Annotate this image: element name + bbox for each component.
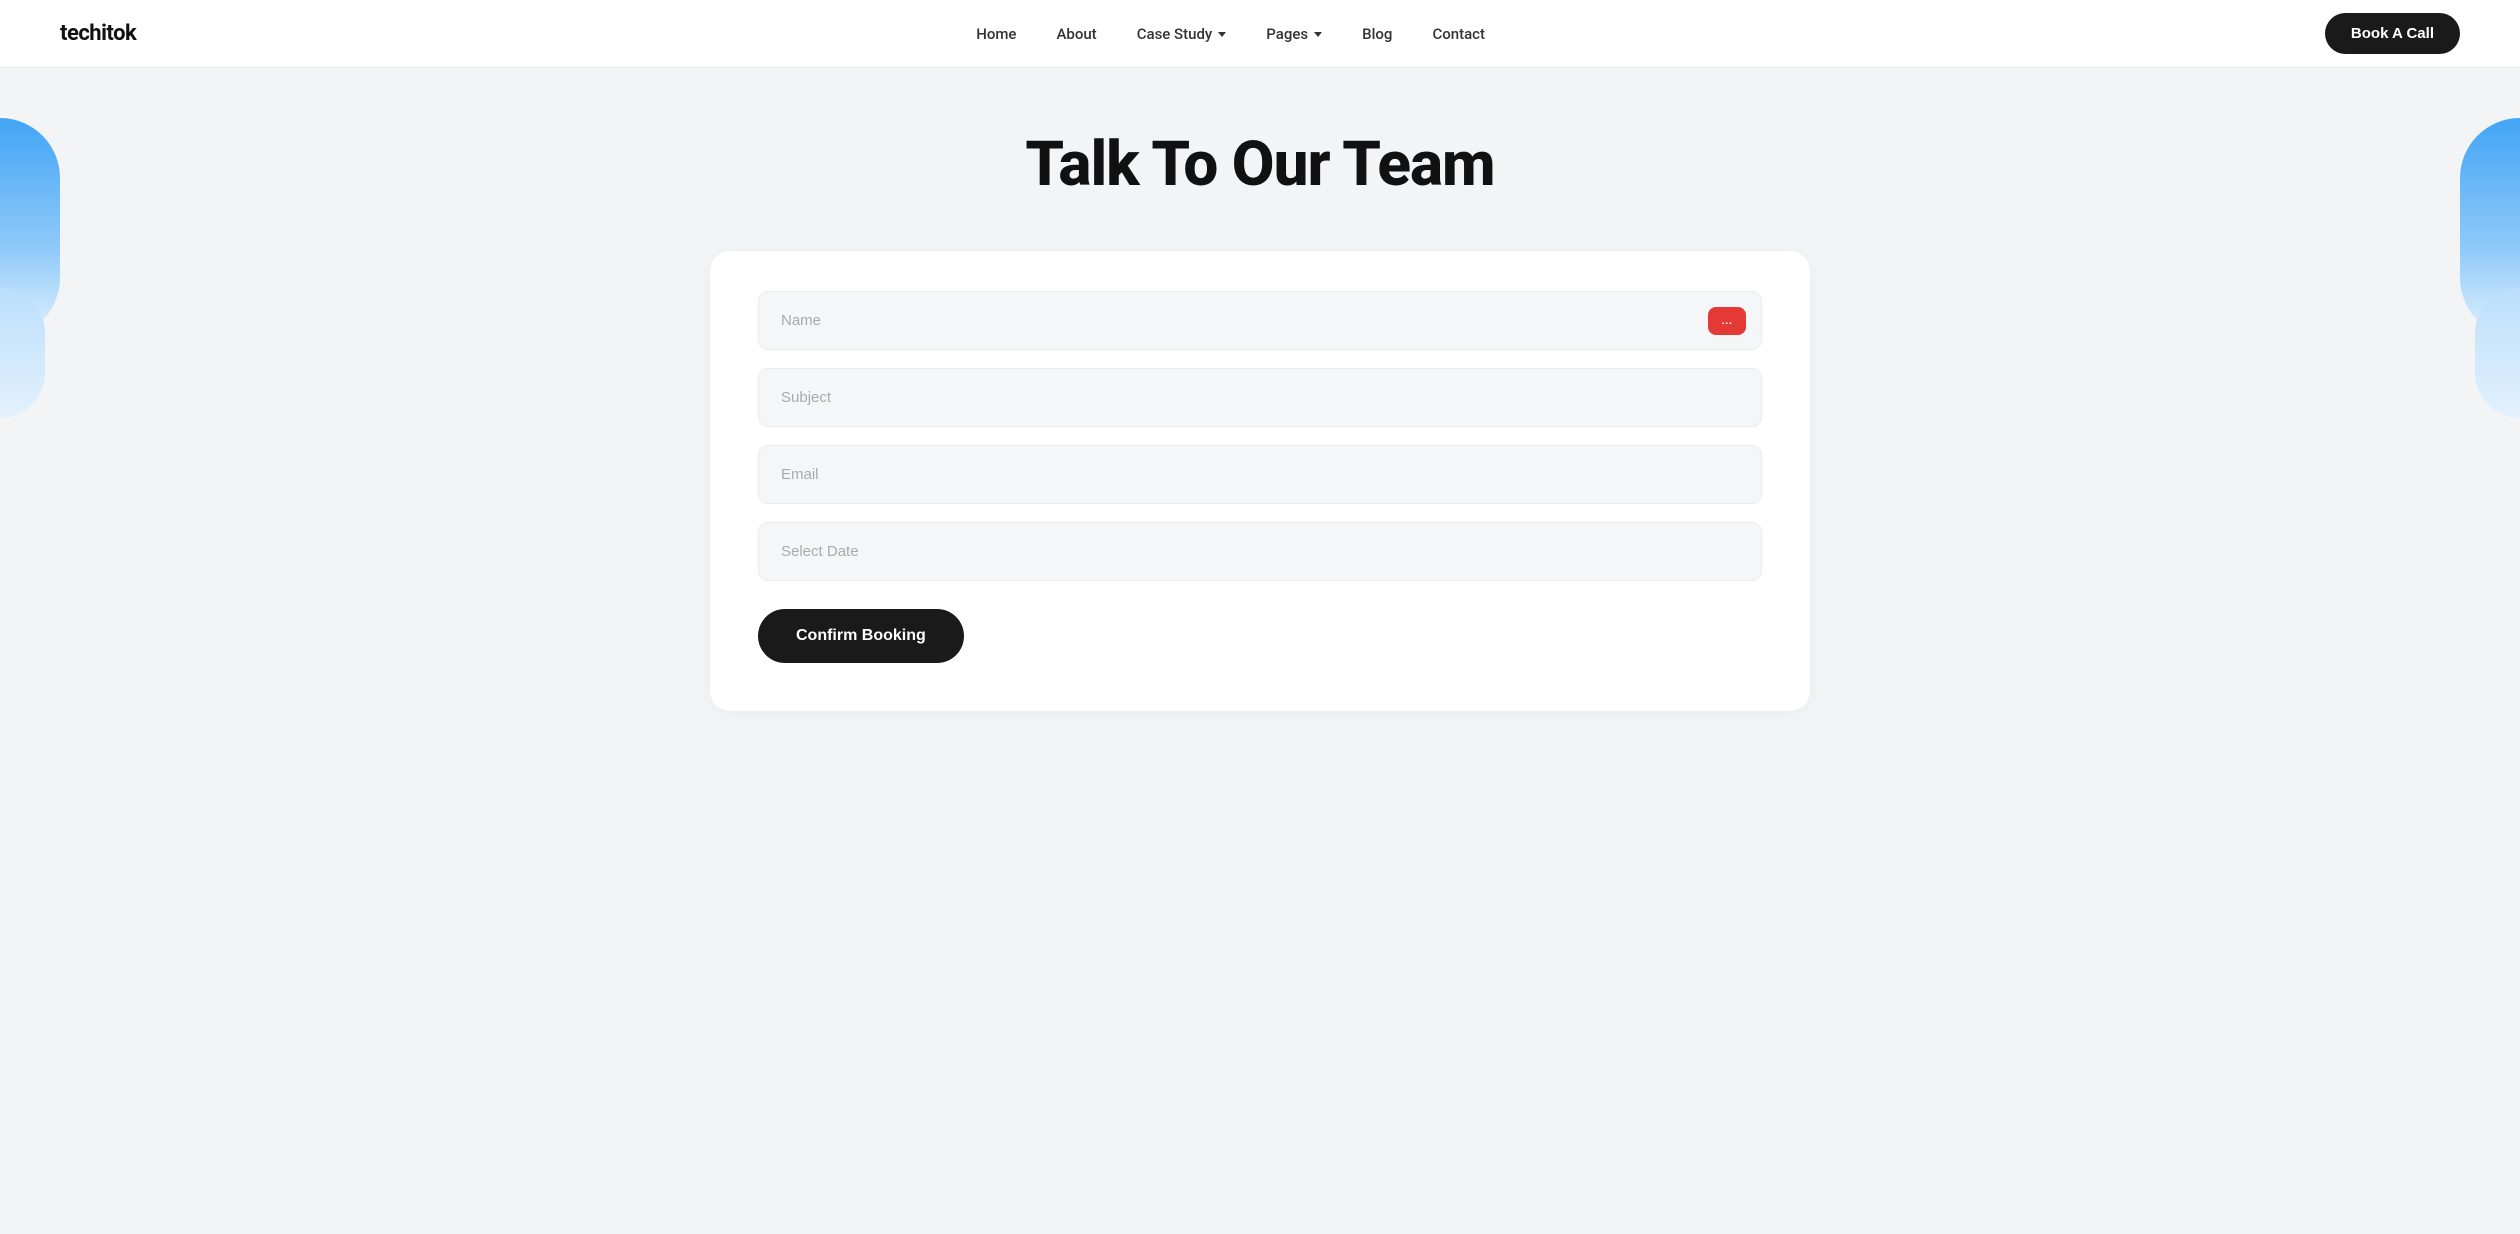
booking-form-card: ... Confirm Booking	[710, 251, 1810, 711]
nav-item-case-study[interactable]: Case Study	[1137, 25, 1227, 43]
nav-item-contact[interactable]: Contact	[1432, 25, 1485, 43]
nav-link-pages[interactable]: Pages	[1266, 25, 1322, 43]
confirm-booking-label: Confirm Booking	[796, 627, 926, 644]
date-field-group	[758, 522, 1762, 581]
nav-item-home[interactable]: Home	[976, 25, 1016, 43]
nav-label-contact: Contact	[1432, 25, 1485, 43]
name-input[interactable]	[758, 291, 1762, 350]
subject-input[interactable]	[758, 368, 1762, 427]
subject-field-group	[758, 368, 1762, 427]
nav-item-about[interactable]: About	[1056, 25, 1096, 43]
chevron-down-icon	[1218, 32, 1226, 37]
nav-label-blog: Blog	[1362, 25, 1392, 43]
chevron-down-icon	[1314, 32, 1322, 37]
book-call-label: Book A Call	[2351, 25, 2434, 42]
email-field-group	[758, 445, 1762, 504]
page-title: Talk To Our Team	[1025, 128, 1494, 201]
nav-link-home[interactable]: Home	[976, 25, 1016, 43]
nav-label-case-study: Case Study	[1137, 25, 1213, 43]
ai-icon: ...	[1708, 307, 1746, 335]
name-field-group: ...	[758, 291, 1762, 350]
nav-link-blog[interactable]: Blog	[1362, 25, 1392, 43]
site-logo[interactable]: techitok	[60, 21, 136, 46]
nav-label-home: Home	[976, 25, 1016, 43]
navbar: techitok Home About Case Study Pages	[0, 0, 2520, 68]
email-input[interactable]	[758, 445, 1762, 504]
nav-label-about: About	[1056, 25, 1096, 43]
nav-item-blog[interactable]: Blog	[1362, 25, 1392, 43]
nav-item-pages[interactable]: Pages	[1266, 25, 1322, 43]
decorative-blob-right-bottom	[2475, 288, 2520, 418]
main-content: Talk To Our Team ... Confirm Booking	[0, 68, 2520, 791]
date-input[interactable]	[758, 522, 1762, 581]
nav-link-about[interactable]: About	[1056, 25, 1096, 43]
logo-text: techitok	[60, 21, 136, 46]
book-call-button[interactable]: Book A Call	[2325, 13, 2460, 54]
confirm-booking-button[interactable]: Confirm Booking	[758, 609, 964, 663]
nav-link-contact[interactable]: Contact	[1432, 25, 1485, 43]
nav-link-case-study[interactable]: Case Study	[1137, 25, 1227, 43]
nav-links: Home About Case Study Pages Blog	[976, 25, 1485, 43]
ai-icon-label: ...	[1721, 314, 1732, 327]
nav-label-pages: Pages	[1266, 25, 1308, 43]
